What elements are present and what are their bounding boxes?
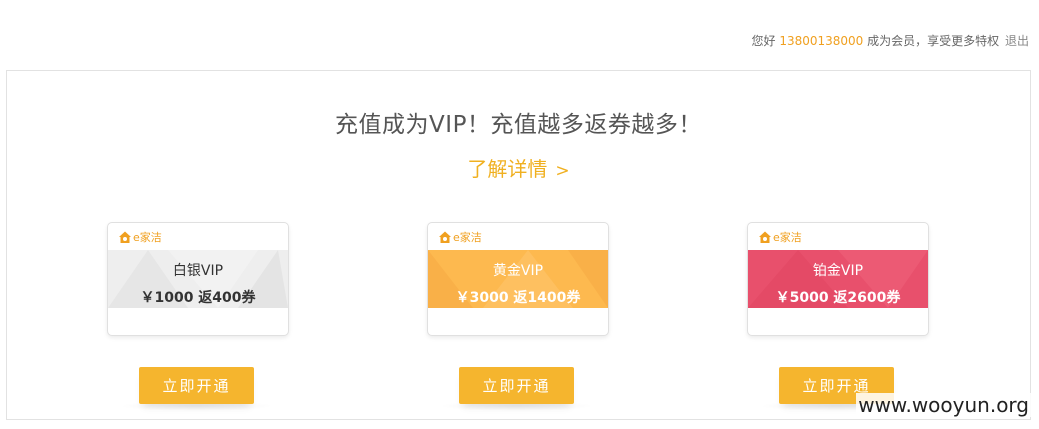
user-phone: 13800138000: [779, 34, 864, 48]
greeting-text: 您好: [751, 34, 776, 48]
brand-logo: e家洁: [758, 229, 802, 245]
vip-card-name: 黄金VIP: [492, 263, 544, 279]
vip-card-platinum: e家洁 铂金VIP ￥5000 返2600券: [747, 222, 929, 336]
house-icon: [439, 231, 451, 243]
chevron-right-icon: >: [555, 161, 570, 181]
member-promo-text: 成为会员，享受更多特权: [867, 34, 1000, 48]
house-icon: [759, 231, 771, 243]
brand-logo: e家洁: [438, 229, 482, 245]
vip-card-band: 黄金VIP ￥3000 返1400券: [428, 250, 608, 308]
brand-logo: e家洁: [118, 229, 162, 245]
brand-logo-text: e家洁: [453, 231, 482, 244]
vip-card-price: ￥3000 返1400券: [455, 290, 581, 306]
vip-recharge-panel: 充值成为VIP！充值越多返券越多！ 了解详情 > e家洁 白银VIP ￥1000 …: [6, 70, 1031, 420]
vip-card-band: 白银VIP ￥1000 返400券: [108, 250, 288, 308]
vip-card-silver: e家洁 白银VIP ￥1000 返400券: [107, 222, 289, 336]
brand-logo-text: e家洁: [133, 231, 162, 244]
vip-card-price: ￥1000 返400券: [140, 290, 256, 306]
watermark-text: www.wooyun.org: [856, 393, 1031, 417]
vip-card-band: 铂金VIP ￥5000 返2600券: [748, 250, 928, 308]
vip-card-gold: e家洁 黄金VIP ￥3000 返1400券: [427, 222, 609, 336]
vip-card-price: ￥5000 返2600券: [775, 290, 901, 306]
logout-link[interactable]: 退出: [1005, 34, 1029, 48]
activate-silver-button[interactable]: 立即开通: [139, 367, 254, 404]
activate-gold-button[interactable]: 立即开通: [459, 367, 574, 404]
house-icon: [119, 231, 131, 243]
vip-card-name: 铂金VIP: [812, 263, 864, 279]
brand-logo-text: e家洁: [773, 231, 802, 244]
page-headline: 充值成为VIP！充值越多返券越多！: [335, 112, 702, 138]
details-link[interactable]: 了解详情 >: [7, 153, 1030, 182]
vip-card-name: 白银VIP: [172, 263, 224, 279]
details-link-label: 了解详情: [467, 157, 548, 181]
member-status-bar: 您好 13800138000 成为会员，享受更多特权 退出: [751, 32, 1029, 49]
